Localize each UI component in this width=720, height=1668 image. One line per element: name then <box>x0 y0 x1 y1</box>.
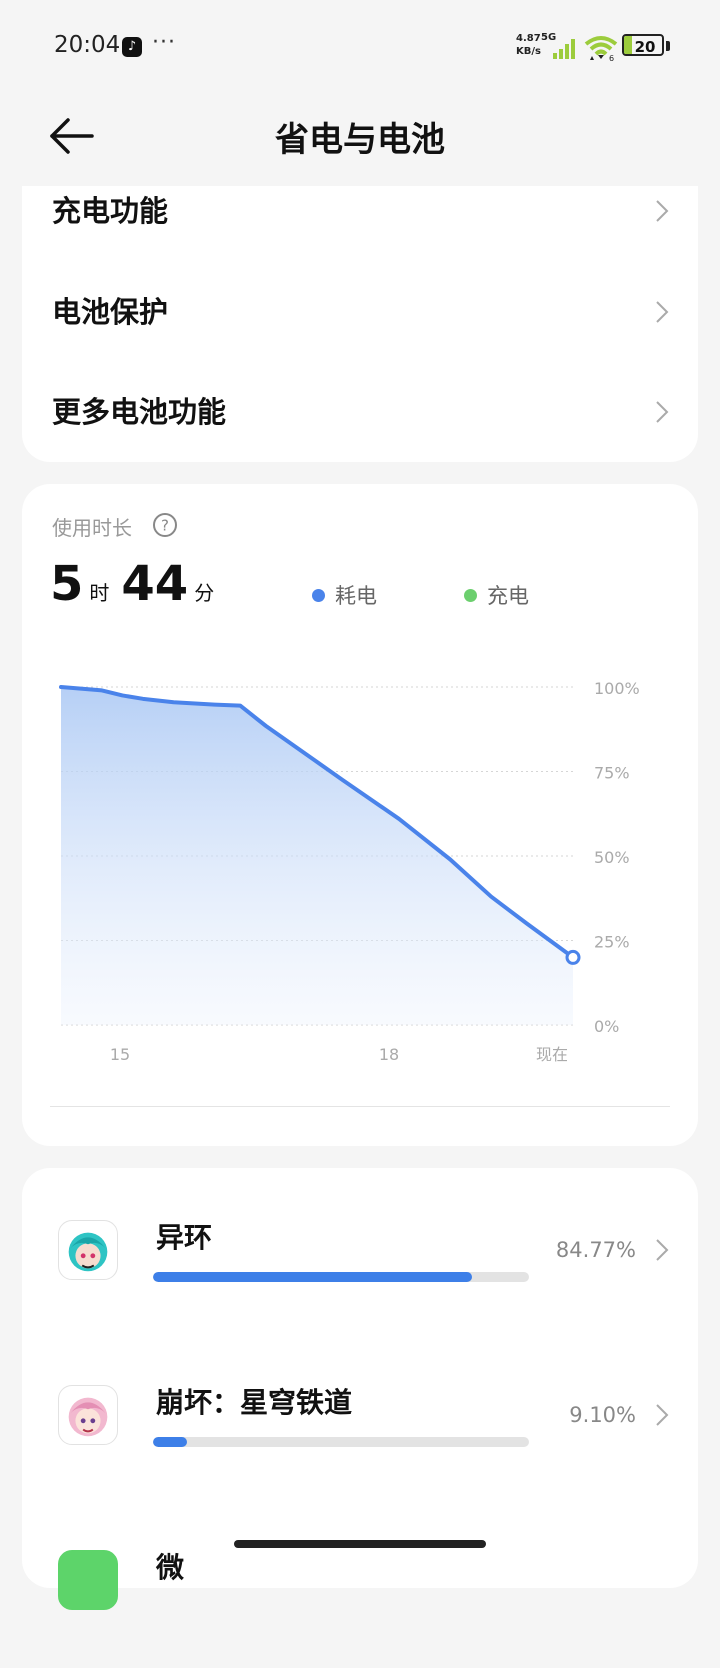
setting-row-battery-protection[interactable]: 电池保护 <box>22 287 698 387</box>
status-bar: 20:04 ♪ ··· 4.87 KB/s 5G 6 20 <box>0 0 720 92</box>
setting-label: 电池保护 <box>52 295 169 329</box>
battery-data-point <box>59 685 63 689</box>
usage-progress-fill <box>153 1272 472 1282</box>
chevron-right-icon <box>656 401 669 423</box>
y-tick-label: 100% <box>594 679 640 698</box>
battery-level: 20 <box>634 38 656 56</box>
cyan-hair-anime-avatar-icon <box>58 1220 118 1280</box>
network-speed-value: 4.87 <box>516 33 541 44</box>
setting-label: 更多电池功能 <box>52 395 227 429</box>
divider <box>50 1106 670 1107</box>
pink-hair-anime-avatar-icon <box>58 1385 118 1445</box>
network-speed-unit: KB/s <box>516 46 541 57</box>
home-indicator[interactable] <box>234 1540 486 1548</box>
x-tick-label: 现在 <box>536 1045 568 1064</box>
chevron-right-icon <box>656 1239 669 1261</box>
x-tick-label: 15 <box>110 1045 130 1064</box>
usage-progress-bar <box>153 1437 529 1447</box>
chevron-right-icon <box>656 1404 669 1426</box>
status-time: 20:04 <box>54 32 121 58</box>
network-speed: 4.87 KB/s <box>516 32 541 58</box>
page-title: 省电与电池 <box>275 120 445 160</box>
more-notifications-icon: ··· <box>152 30 176 55</box>
app-usage-card: 异环 84.77% 崩坏：星穹铁道 9.10% 微 <box>22 1168 698 1610</box>
battery-level-chart: 100% 75% 50% 25% 0% 15 18 现在 <box>59 679 640 1064</box>
y-tick-label: 25% <box>594 933 630 952</box>
usage-percent: 9.10% <box>569 1403 636 1427</box>
setting-row-charging[interactable]: 充电功能 <box>22 186 698 286</box>
battery-data-point <box>172 700 176 704</box>
battery-data-point <box>100 688 104 692</box>
battery-data-point <box>397 817 401 821</box>
battery-data-point <box>141 697 145 701</box>
current-battery-point <box>565 949 581 965</box>
wifi-label: 6 <box>609 54 614 62</box>
chevron-right-icon <box>656 200 669 222</box>
setting-row-more-battery[interactable]: 更多电池功能 <box>22 387 698 487</box>
y-tick-label: 50% <box>594 848 630 867</box>
usage-progress-fill <box>153 1437 188 1447</box>
battery-data-point <box>238 704 242 708</box>
usage-percent: 84.77% <box>555 1238 636 1262</box>
app-name: 崩坏：星穹铁道 <box>156 1386 353 1419</box>
wifi-icon: 6 <box>584 36 618 62</box>
battery-data-point <box>120 693 124 697</box>
battery-data-point <box>448 857 452 861</box>
battery-data-point <box>264 724 268 728</box>
battery-data-point <box>213 703 217 707</box>
y-tick-label: 0% <box>594 1017 619 1036</box>
x-tick-label: 18 <box>379 1045 399 1064</box>
settings-card: 充电功能 电池保护 更多电池功能 <box>22 186 698 462</box>
usage-card: 使用时长 ? 5 时 44 分 耗电 充电 100% 75% 50% 25% 0% 15 18 现在 <box>22 484 698 1146</box>
battery-data-point <box>525 922 529 926</box>
battery-data-point <box>341 778 345 782</box>
battery-data-point <box>489 895 493 899</box>
app-row-star-rail[interactable]: 崩坏：星穹铁道 9.10% <box>22 1373 698 1503</box>
tiktok-notification-icon: ♪ <box>122 37 142 57</box>
battery-icon: 20 <box>622 34 670 60</box>
usage-progress-bar <box>153 1272 529 1282</box>
green-app-icon <box>58 1550 118 1610</box>
app-name: 异环 <box>156 1221 213 1254</box>
y-tick-label: 75% <box>594 764 630 783</box>
app-row-yihuan[interactable]: 异环 84.77% <box>22 1208 698 1338</box>
cellular-signal-icon <box>553 39 575 59</box>
chevron-right-icon <box>656 301 669 323</box>
setting-label: 充电功能 <box>52 194 169 228</box>
app-name: 微 <box>156 1551 185 1584</box>
app-row-wechat[interactable]: 微 <box>22 1538 698 1668</box>
